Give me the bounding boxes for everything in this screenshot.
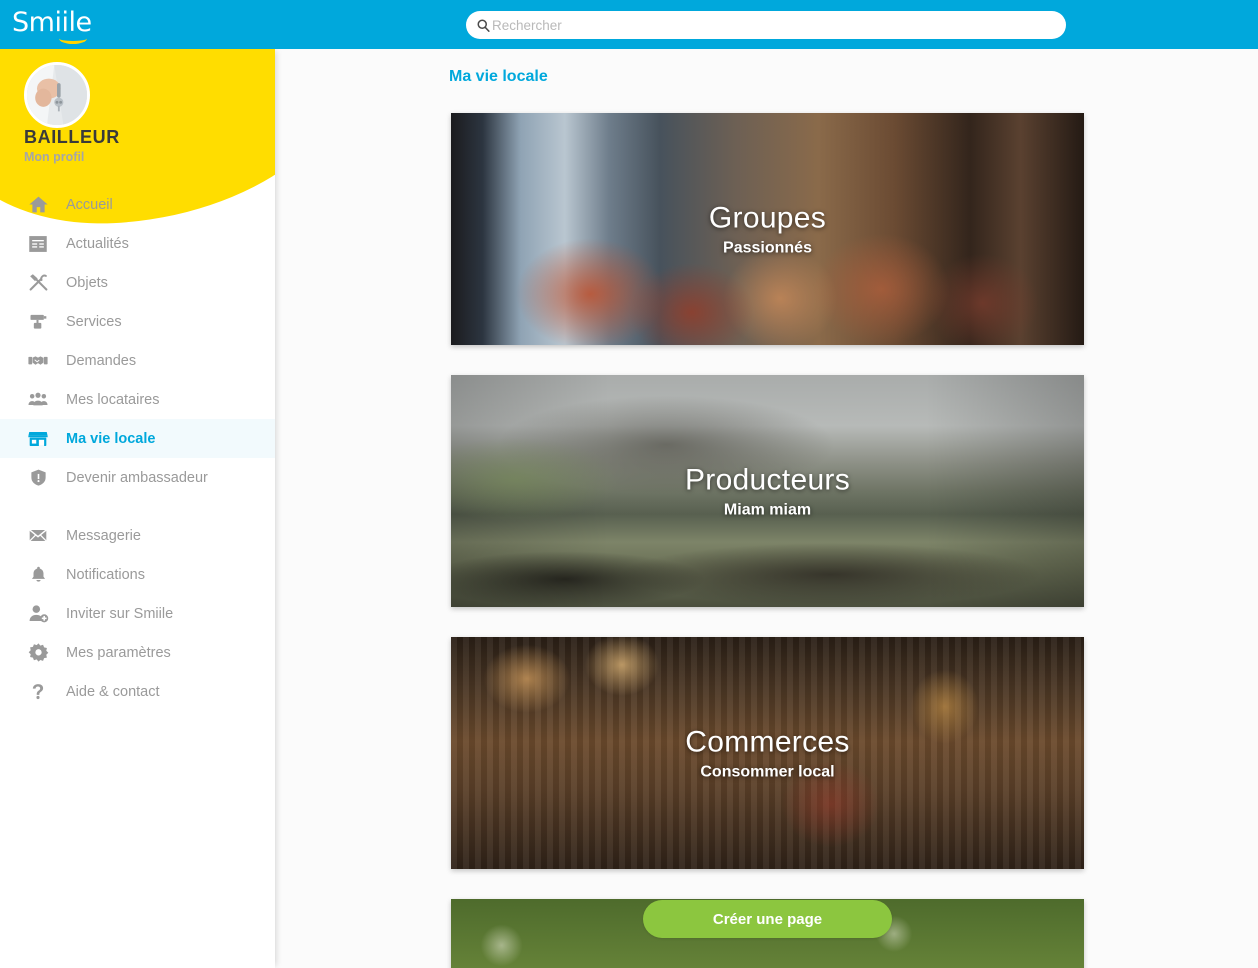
sidebar-item-demandes[interactable]: Demandes (0, 341, 275, 380)
card-list: Groupes Passionnés Producteurs Miam miam… (451, 113, 1084, 968)
avatar[interactable] (24, 62, 90, 128)
question-mark-icon (26, 680, 50, 704)
people-icon (26, 388, 50, 412)
sidebar-item-label: Objets (66, 274, 108, 291)
sidebar-divider (0, 497, 275, 516)
envelope-icon (26, 524, 50, 548)
search-bar[interactable] (466, 11, 1066, 39)
sidebar-item-actualites[interactable]: Actualités (0, 224, 275, 263)
card-groupes[interactable]: Groupes Passionnés (451, 113, 1084, 345)
sidebar-item-devenir-ambassadeur[interactable]: Devenir ambassadeur (0, 458, 275, 497)
sidebar-item-aide-contact[interactable]: Aide & contact (0, 672, 275, 711)
sidebar-item-label: Ma vie locale (66, 430, 156, 447)
paint-roller-icon (26, 310, 50, 334)
sidebar-item-label: Demandes (66, 352, 137, 369)
sidebar-item-label: Inviter sur Smiile (66, 605, 174, 622)
sidebar-item-mes-parametres[interactable]: Mes paramètres (0, 633, 275, 672)
sidebar-item-label: Mes locataires (66, 391, 160, 408)
profile-subtitle: Mon profil (24, 150, 85, 164)
sidebar-item-mes-locataires[interactable]: Mes locataires (0, 380, 275, 419)
sidebar-item-messagerie[interactable]: Messagerie (0, 516, 275, 555)
sidebar-item-inviter-sur-smiile[interactable]: Inviter sur Smiile (0, 594, 275, 633)
sidebar-item-label: Accueil (66, 196, 113, 213)
sidebar-group-primary: Accueil Actualités Objets Services Deman… (0, 185, 275, 497)
home-icon (26, 193, 50, 217)
create-page-button[interactable]: Créer une page (643, 900, 892, 938)
sidebar-group-secondary: Messagerie Notifications Inviter sur Smi… (0, 516, 275, 711)
avatar-image (27, 65, 87, 125)
sidebar-nav: Accueil Actualités Objets Services Deman… (0, 185, 275, 711)
search-icon (477, 18, 490, 32)
logo-smile-icon (59, 33, 87, 44)
app-root: Smiile Rechercher BAILLEUR Mon profil Ac… (0, 0, 1258, 968)
sidebar-item-accueil[interactable]: Accueil (0, 185, 275, 224)
sidebar-item-notifications[interactable]: Notifications (0, 555, 275, 594)
main-content: Ma vie locale Groupes Passionnés Product… (275, 49, 1258, 968)
card-commerces[interactable]: Commerces Consommer local (451, 637, 1084, 869)
tools-icon (26, 271, 50, 295)
sidebar-item-label: Aide & contact (66, 683, 160, 700)
shield-icon (26, 466, 50, 490)
sidebar-item-label: Messagerie (66, 527, 141, 544)
sidebar-item-services[interactable]: Services (0, 302, 275, 341)
news-icon (26, 232, 50, 256)
user-add-icon (26, 602, 50, 626)
profile-name: BAILLEUR (24, 127, 120, 147)
sidebar-item-label: Devenir ambassadeur (66, 469, 208, 486)
sidebar-item-label: Notifications (66, 566, 145, 583)
card-image (451, 637, 1084, 869)
top-bar: Smiile (0, 0, 1258, 49)
bell-icon (26, 563, 50, 587)
handshake-icon (26, 349, 50, 373)
sidebar-item-label: Actualités (66, 235, 129, 252)
card-producteurs[interactable]: Producteurs Miam miam (451, 375, 1084, 607)
sidebar-item-ma-vie-locale[interactable]: Ma vie locale (0, 419, 275, 458)
sidebar-item-label: Mes paramètres (66, 644, 171, 661)
sidebar-item-objets[interactable]: Objets (0, 263, 275, 302)
smiile-logo[interactable]: Smiile (12, 6, 132, 44)
card-image (451, 375, 1084, 607)
gear-icon (26, 641, 50, 665)
card-image (451, 113, 1084, 345)
sidebar: BAILLEUR Mon profil Accueil Actualités O… (0, 49, 275, 968)
sidebar-item-label: Services (66, 313, 122, 330)
storefront-icon (26, 427, 50, 451)
search-input[interactable] (492, 12, 1056, 38)
yellow-decoration-secondary (210, 49, 275, 169)
page-title: Ma vie locale (449, 68, 548, 85)
